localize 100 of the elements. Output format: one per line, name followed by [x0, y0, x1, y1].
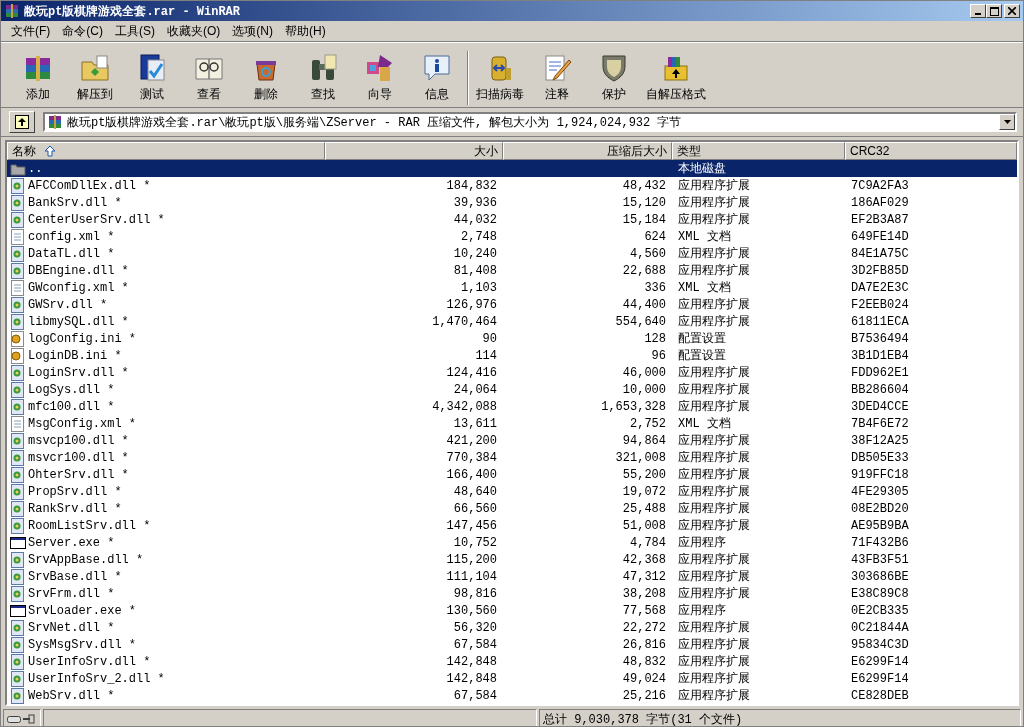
file-row[interactable]: GWconfig.xml * 1,103 336 XML 文档 DA7E2E3C	[7, 279, 1017, 296]
column-header[interactable]: 名称	[7, 142, 325, 160]
column-header[interactable]: 压缩后大小	[503, 142, 672, 160]
minimize-button[interactable]	[970, 4, 986, 18]
file-row[interactable]: Server.exe * 10,752 4,784 应用程序 71F432B6	[7, 534, 1017, 551]
crc-value: BB286604	[851, 382, 909, 397]
file-row[interactable]: SrvAppBase.dll * 115,200 42,368 应用程序扩展 43FB3F51	[7, 551, 1017, 568]
file-row[interactable]: logConfig.ini * 90 128 配置设置 B7536494	[7, 330, 1017, 347]
file-type: 配置设置	[678, 332, 726, 346]
file-row[interactable]: msvcp100.dll * 421,200 94,864 应用程序扩展 38F12A25	[7, 432, 1017, 449]
file-size: 67,584	[453, 688, 497, 703]
close-button[interactable]	[1004, 4, 1020, 18]
file-row[interactable]: LoginSrv.dll * 124,416 46,000 应用程序扩展 FDD962E1	[7, 364, 1017, 381]
file-size: 147,456	[446, 518, 497, 533]
file-row[interactable]: OhterSrv.dll * 166,400 55,200 应用程序扩展 919FFC18	[7, 466, 1017, 483]
file-size: 124,416	[446, 365, 497, 380]
menu-item[interactable]: 帮助(H)	[279, 20, 332, 42]
toolbar-button[interactable]: 查找	[294, 49, 351, 105]
packed-size: 46,000	[622, 365, 666, 380]
file-name: DataTL.dll *	[28, 246, 115, 261]
toolbar-button[interactable]: 删除	[237, 49, 294, 105]
file-name: LoginSrv.dll *	[28, 365, 129, 380]
toolbar-button[interactable]: 向导	[351, 49, 408, 105]
menu-item[interactable]: 选项(N)	[226, 20, 279, 42]
file-name: msvcr100.dll *	[28, 450, 129, 465]
file-type: 应用程序扩展	[678, 621, 750, 635]
file-size: 81,408	[453, 263, 497, 278]
file-row[interactable]: LoginDB.ini * 114 96 配置设置 3B1D1EB4	[7, 347, 1017, 364]
file-row[interactable]: SrvNet.dll * 56,320 22,272 应用程序扩展 0C21844A	[7, 619, 1017, 636]
crc-value: 3DED4CCE	[851, 399, 909, 414]
menu-item[interactable]: 命令(C)	[56, 20, 109, 42]
file-size: 56,320	[453, 620, 497, 635]
toolbar-button[interactable]: 注释	[528, 49, 585, 105]
path-field[interactable]: 敝玩pt版棋牌游戏全套.rar\敝玩pt版\服务端\ZServer - RAR 压缩文件, 解包大小为 1,924,024,932 字节	[43, 112, 1017, 132]
toolbar-button[interactable]: 查看	[180, 49, 237, 105]
toolbar-button[interactable]: 解压到	[66, 49, 123, 105]
column-header[interactable]: 大小	[325, 142, 503, 160]
crc-value: 38F12A25	[851, 433, 909, 448]
file-size: 166,400	[446, 467, 497, 482]
file-name: SrvBase.dll *	[28, 569, 122, 584]
file-row[interactable]: msvcr100.dll * 770,384 321,008 应用程序扩展 DB505E33	[7, 449, 1017, 466]
file-row[interactable]: config.xml * 2,748 624 XML 文档 649FE14D	[7, 228, 1017, 245]
file-row[interactable]: DataTL.dll * 10,240 4,560 应用程序扩展 84E1A75C	[7, 245, 1017, 262]
file-name: SrvAppBase.dll *	[28, 552, 144, 567]
packed-size: 26,816	[622, 637, 666, 652]
status-summary: 总计 9,030,378 字节(31 个文件)	[543, 711, 743, 726]
packed-size: 22,272	[622, 620, 666, 635]
file-row[interactable]: WebSrv.dll * 67,584 25,216 应用程序扩展 CE828DEB	[7, 687, 1017, 704]
crc-value: E6299F14	[851, 671, 909, 686]
file-row[interactable]: .. 本地磁盘	[7, 160, 1017, 177]
file-row[interactable]: PropSrv.dll * 48,640 19,072 应用程序扩展 4FE29305	[7, 483, 1017, 500]
file-row[interactable]: RankSrv.dll * 66,560 25,488 应用程序扩展 08E2BD20	[7, 500, 1017, 517]
file-row[interactable]: libmySQL.dll * 1,470,464 554,640 应用程序扩展 61811ECA	[7, 313, 1017, 330]
file-row[interactable]: DBEngine.dll * 81,408 22,688 应用程序扩展 3D2FB85D	[7, 262, 1017, 279]
file-row[interactable]: RoomListSrv.dll * 147,456 51,008 应用程序扩展 AE95B9BA	[7, 517, 1017, 534]
dll-file-icon	[10, 670, 26, 687]
dropdown-button[interactable]	[999, 114, 1015, 130]
file-size: 13,611	[453, 416, 497, 431]
toolbar-button[interactable]: 测试	[123, 49, 180, 105]
toolbar-button[interactable]: 扫描病毒	[471, 49, 528, 105]
file-row[interactable]: SrvBase.dll * 111,104 47,312 应用程序扩展 303686BE	[7, 568, 1017, 585]
packed-size: 10,000	[622, 382, 666, 397]
file-row[interactable]: UserInfoSrv.dll * 142,848 48,832 应用程序扩展 E6299F14	[7, 653, 1017, 670]
file-row[interactable]: SrvFrm.dll * 98,816 38,208 应用程序扩展 E38C89C8	[7, 585, 1017, 602]
file-row[interactable]: SrvLoader.exe * 130,560 77,568 应用程序 0E2CB335	[7, 602, 1017, 619]
packed-size: 4,560	[630, 246, 666, 261]
menu-item[interactable]: 文件(F)	[5, 20, 57, 42]
file-row[interactable]: GWSrv.dll * 126,976 44,400 应用程序扩展 F2EEB024	[7, 296, 1017, 313]
file-size: 184,832	[446, 178, 497, 193]
packed-size: 554,640	[615, 314, 666, 329]
file-name: RoomListSrv.dll *	[28, 518, 151, 533]
file-row[interactable]: BankSrv.dll * 39,936 15,120 应用程序扩展 186AF029	[7, 194, 1017, 211]
file-row[interactable]: MsgConfig.xml * 13,611 2,752 XML 文档 7B4F6E72	[7, 415, 1017, 432]
packed-size: 15,120	[622, 195, 666, 210]
toolbar-button[interactable]: 自解压格式	[642, 49, 710, 105]
window-title: 敝玩pt版棋牌游戏全套.rar - WinRAR	[24, 3, 242, 20]
dll-file-icon	[10, 364, 26, 381]
toolbar-button[interactable]: 信息	[408, 49, 465, 105]
column-header[interactable]: CRC32	[845, 142, 1017, 160]
toolbar-button[interactable]: 添加	[9, 49, 66, 105]
file-row[interactable]: SysMsgSrv.dll * 67,584 26,816 应用程序扩展 95834C3D	[7, 636, 1017, 653]
file-row[interactable]: UserInfoSrv_2.dll * 142,848 49,024 应用程序扩展 E6299F14	[7, 670, 1017, 687]
file-type: 应用程序扩展	[678, 689, 750, 703]
file-name: Server.exe *	[28, 535, 115, 550]
file-row[interactable]: mfc100.dll * 4,342,088 1,653,328 应用程序扩展 3DED4CCE	[7, 398, 1017, 415]
file-row[interactable]: CenterUserSrv.dll * 44,032 15,184 应用程序扩展 EF2B3A87	[7, 211, 1017, 228]
file-name: OhterSrv.dll *	[28, 467, 129, 482]
column-header[interactable]: 类型	[672, 142, 845, 160]
file-size: 98,816	[453, 586, 497, 601]
menu-item[interactable]: 工具(S)	[109, 20, 161, 42]
file-type: 应用程序扩展	[678, 400, 750, 414]
up-folder-button[interactable]	[9, 111, 35, 133]
maximize-button[interactable]	[986, 4, 1002, 18]
menu-item[interactable]: 收藏夹(O)	[161, 20, 227, 42]
file-size: 111,104	[446, 569, 497, 584]
file-row[interactable]: AFCComDllEx.dll * 184,832 48,432 应用程序扩展 7C9A2FA3	[7, 177, 1017, 194]
packed-size: 42,368	[622, 552, 666, 567]
toolbar-button[interactable]: 保护	[585, 49, 642, 105]
file-size: 44,032	[453, 212, 497, 227]
file-row[interactable]: LogSys.dll * 24,064 10,000 应用程序扩展 BB286604	[7, 381, 1017, 398]
